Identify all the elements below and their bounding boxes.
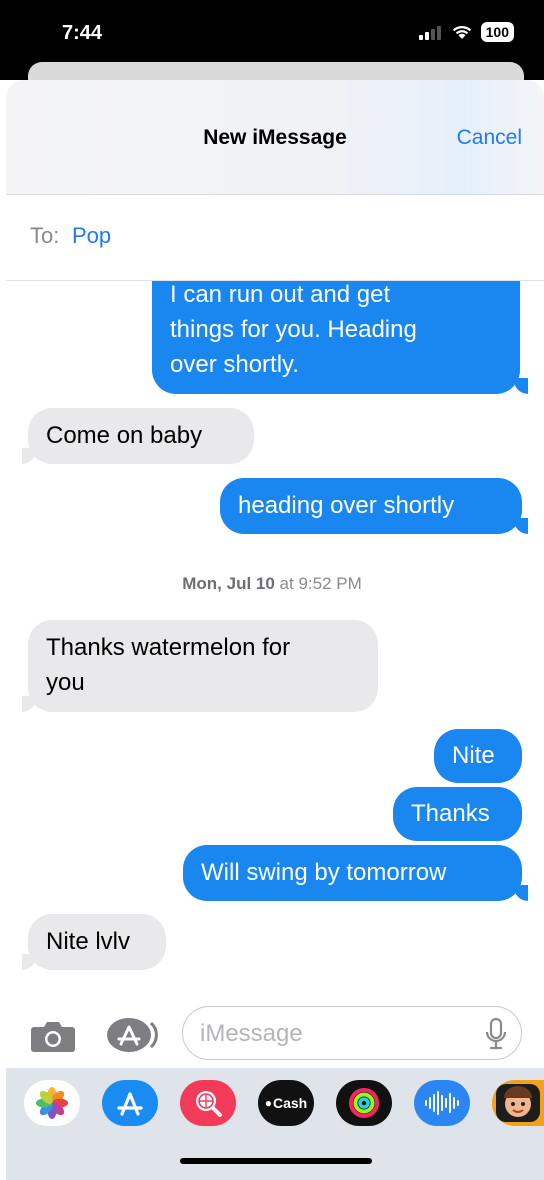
compose-header: New iMessage Cancel <box>6 80 544 195</box>
apple-cash-app-button[interactable]: ● Cash <box>258 1080 314 1126</box>
recipient-row[interactable]: To: Pop <box>6 195 544 281</box>
battery-icon: 100 <box>480 22 514 42</box>
apps-button[interactable] <box>104 1016 158 1054</box>
wifi-icon <box>452 25 471 39</box>
to-label: To: <box>30 223 60 248</box>
fitness-app-button[interactable] <box>336 1080 392 1126</box>
bubble-tail <box>514 518 528 534</box>
dictation-button[interactable] <box>484 1017 508 1051</box>
app-store-a-icon <box>117 1092 143 1116</box>
photos-app-button[interactable] <box>24 1080 80 1126</box>
message-bubble-sent[interactable]: I can run out and get things for you. He… <box>152 281 520 394</box>
message-bubble-received[interactable]: Thanks watermelon for you <box>28 620 378 712</box>
status-icons: 100 <box>418 22 514 42</box>
message-bubble-received[interactable]: Nite lvlv <box>28 914 166 970</box>
status-time: 7:44 <box>62 22 103 44</box>
message-bubble-sent[interactable]: Thanks <box>393 787 522 841</box>
app-store-app-button[interactable] <box>102 1080 158 1126</box>
message-bubble-sent[interactable]: heading over shortly <box>220 478 522 534</box>
camera-button[interactable] <box>30 1018 76 1054</box>
camera-icon <box>31 1022 75 1052</box>
home-indicator[interactable] <box>180 1158 372 1164</box>
message-bubble-sent[interactable]: Will swing by tomorrow <box>183 845 522 901</box>
bubble-tail <box>22 448 36 464</box>
message-timestamp: Mon, Jul 10 at 9:52 PM <box>182 574 362 593</box>
activity-rings-icon <box>349 1088 379 1118</box>
message-input-placeholder: iMessage <box>200 1020 303 1047</box>
memoji-app-button[interactable] <box>492 1080 544 1126</box>
audio-message-app-button[interactable] <box>414 1080 470 1126</box>
search-images-app-button[interactable] <box>180 1080 236 1126</box>
waveform-icon <box>425 1091 459 1115</box>
photos-icon <box>36 1087 68 1119</box>
cancel-button[interactable]: Cancel <box>457 126 522 150</box>
message-bubble-received[interactable]: Come on baby <box>28 408 254 464</box>
message-bubble-sent[interactable]: Nite <box>434 729 522 783</box>
apple-logo-icon: ● <box>264 1096 272 1110</box>
recipient-name[interactable]: Pop <box>72 223 111 249</box>
globe-search-icon <box>196 1091 222 1117</box>
signal-icon <box>418 24 443 40</box>
bubble-tail <box>514 378 528 394</box>
app-store-icon <box>107 1018 158 1052</box>
memoji-icon <box>496 1084 540 1122</box>
microphone-icon <box>485 1017 507 1050</box>
